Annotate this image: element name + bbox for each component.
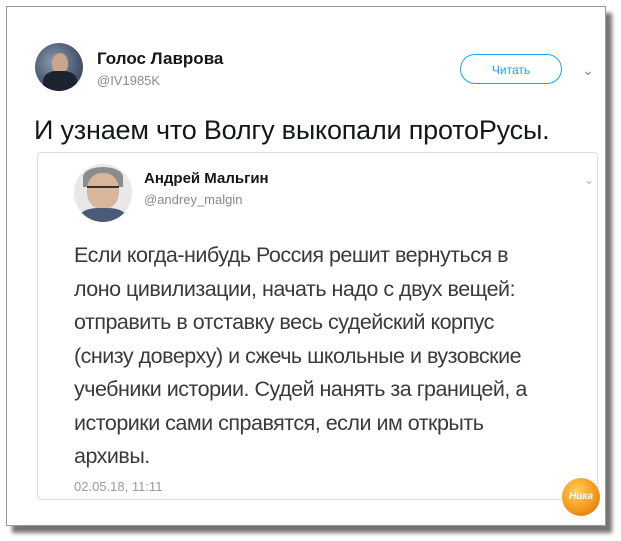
quoted-text-line: архивы.	[74, 444, 150, 468]
quoted-text-line: учебники истории. Судей нанять за границ…	[74, 377, 527, 401]
quoted-author-avatar[interactable]	[74, 164, 132, 222]
quoted-text-line: Если когда-нибудь Россия решит вернуться…	[74, 243, 509, 267]
author-avatar[interactable]	[35, 43, 83, 91]
quoted-text-line: лоно цивилизации, начать надо с двух вещ…	[74, 276, 516, 301]
watermark-logo: Ника	[562, 478, 600, 516]
quoted-timestamp[interactable]: 02.05.18, 11:11	[74, 479, 162, 494]
quoted-text-line: отправить в отставку весь судейский корп…	[74, 310, 494, 334]
author-name[interactable]: Голос Лаврова	[97, 49, 223, 69]
quoted-author-handle[interactable]: @andrey_malgin	[144, 192, 242, 207]
quoted-tweet-text: Если когда-нибудь Россия решит вернуться…	[74, 239, 584, 474]
quoted-text-line: (снизу доверху) и сжечь школьные и вузов…	[74, 343, 522, 368]
author-handle[interactable]: @IV1985K	[97, 73, 160, 88]
tweet-text: И узнаем что Волгу выкопали протоРусы.	[34, 115, 550, 145]
quoted-tweet[interactable]: Андрей Мальгин @andrey_malgin ⌄ Если ког…	[37, 152, 598, 500]
chevron-down-icon[interactable]: ⌄	[582, 62, 594, 79]
quoted-text-line: историки сами справятся, если им открыть	[74, 410, 484, 435]
chevron-down-icon[interactable]: ⌄	[584, 173, 594, 187]
quoted-author-name[interactable]: Андрей Мальгин	[144, 170, 269, 187]
tweet-card: Голос Лаврова @IV1985K Читать ⌄ И узнаем…	[6, 6, 606, 526]
follow-button[interactable]: Читать	[460, 54, 562, 84]
